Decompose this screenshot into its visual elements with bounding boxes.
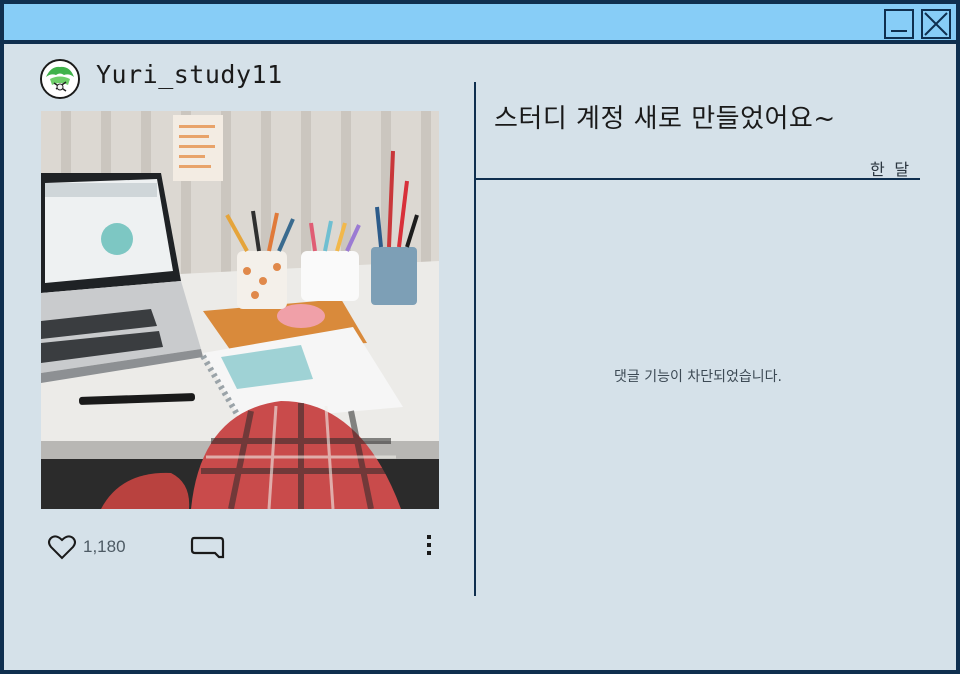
- minimize-icon: [891, 30, 907, 32]
- post-timestamp: 한 달: [870, 160, 910, 179]
- avatar[interactable]: [40, 59, 80, 99]
- app-window: Yuri_study11 1,180 스터디 계정 새로 만들었어요~ 한 달 …: [0, 0, 960, 674]
- close-icon: [924, 12, 948, 36]
- vertical-divider: [474, 82, 476, 596]
- like-count: 1,180: [83, 537, 126, 556]
- comments-disabled-message: 댓글 기능이 차단되었습니다.: [614, 369, 782, 385]
- title-bar: [4, 4, 956, 44]
- close-button[interactable]: [921, 9, 951, 39]
- horizontal-divider: [476, 178, 920, 180]
- post-caption: 스터디 계정 새로 만들었어요~: [494, 104, 836, 134]
- heart-icon[interactable]: [47, 534, 77, 560]
- post-actions: 1,180: [41, 529, 441, 565]
- more-options-icon[interactable]: [423, 533, 435, 559]
- comment-icon[interactable]: [189, 535, 225, 561]
- post-photo[interactable]: [41, 111, 439, 509]
- avatar-icon: [42, 61, 78, 97]
- username[interactable]: Yuri_study11: [96, 58, 283, 92]
- minimize-button[interactable]: [884, 9, 914, 39]
